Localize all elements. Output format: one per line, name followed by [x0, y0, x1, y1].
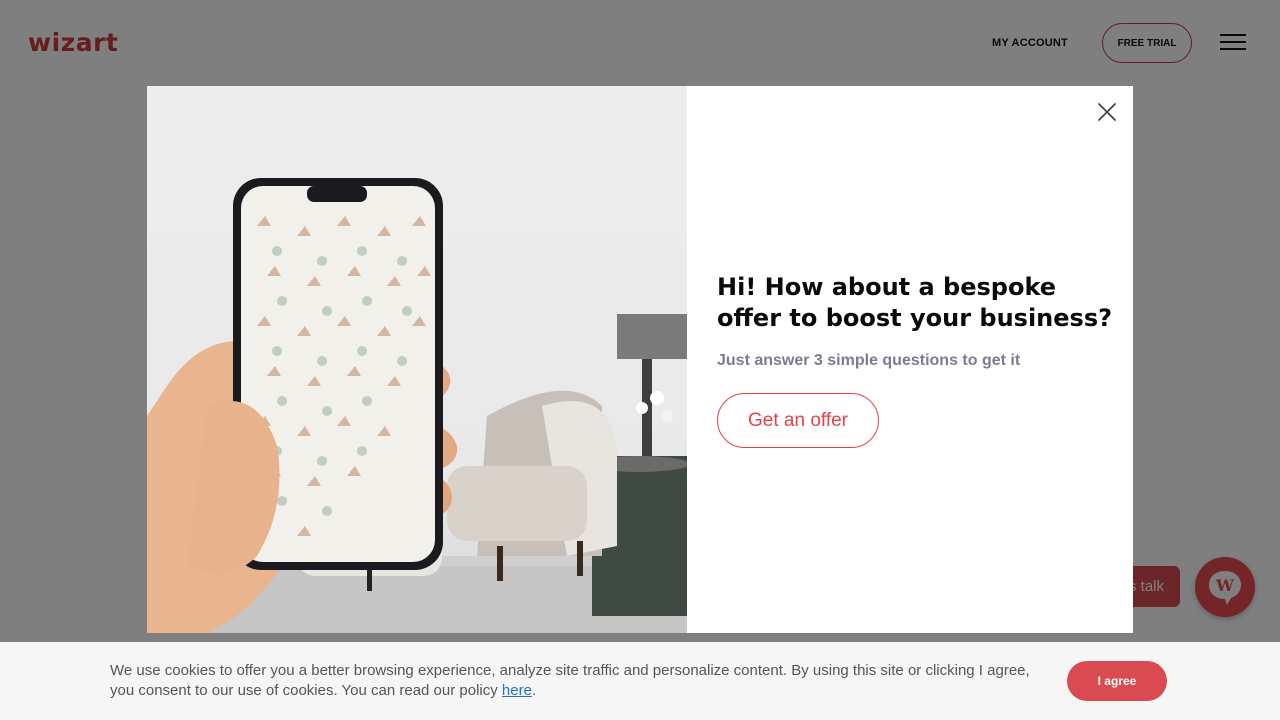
modal-headline: Hi! How about a bespoke offer to boost y…: [717, 273, 1113, 332]
get-offer-button[interactable]: Get an offer: [717, 393, 879, 448]
modal-content: Hi! How about a bespoke offer to boost y…: [687, 86, 1133, 633]
cookie-policy-link[interactable]: here: [502, 682, 532, 699]
cookie-agree-button[interactable]: I agree: [1067, 661, 1167, 701]
cookie-text-end: .: [531, 682, 537, 699]
modal-hero-image: [147, 86, 687, 633]
modal-subline: Just answer 3 simple questions to get it: [717, 352, 1021, 369]
cookie-message: We use cookies to offer you a better bro…: [110, 661, 1040, 701]
offer-modal: Hi! How about a bespoke offer to boost y…: [147, 86, 1133, 633]
cookie-banner: We use cookies to offer you a better bro…: [0, 642, 1280, 720]
cookie-text: We use cookies to offer you a better bro…: [110, 662, 1030, 699]
close-icon[interactable]: [1095, 100, 1119, 124]
